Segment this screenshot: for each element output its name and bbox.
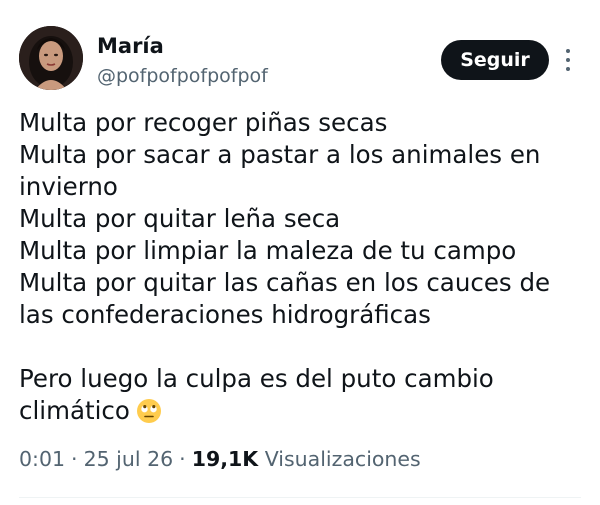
tweet-line: Multa por sacar a pastar a los animales …	[19, 140, 541, 169]
avatar[interactable]	[19, 26, 83, 90]
tweet-line: invierno	[19, 172, 118, 201]
meta-separator: ·	[179, 447, 186, 471]
tweet-meta: 0:01 · 25 jul 26 · 19,1K Visualizaciones	[19, 445, 421, 473]
tweet-line: Multa por quitar las cañas en los cauces…	[19, 268, 551, 297]
more-options-button[interactable]	[557, 44, 579, 76]
eye-roll-emoji-icon	[136, 398, 162, 432]
author-display-name[interactable]: María	[97, 33, 164, 59]
divider	[19, 497, 581, 498]
author-handle[interactable]: @pofpofpofpofpof	[97, 64, 268, 88]
more-vertical-icon	[566, 49, 570, 53]
tweet-line-text: climático	[19, 396, 130, 425]
more-vertical-icon-dot	[566, 67, 570, 71]
avatar-photo-icon	[19, 26, 83, 90]
views-label: Visualizaciones	[264, 447, 421, 471]
tweet-line: las confederaciones hidrográficas	[19, 300, 431, 329]
follow-button[interactable]: Seguir	[441, 40, 549, 80]
views-count: 19,1K	[191, 447, 259, 471]
tweet-last-line: climático	[19, 395, 589, 427]
tweet-date[interactable]: 25 jul 26	[84, 447, 174, 471]
meta-separator: ·	[71, 447, 78, 471]
tweet-line: Multa por limpiar la maleza de tu campo	[19, 236, 517, 265]
tweet-card: María @pofpofpofpofpof Seguir Multa por …	[0, 0, 600, 505]
tweet-time[interactable]: 0:01	[19, 447, 65, 471]
tweet-text: Multa por recoger piñas secas Multa por …	[19, 107, 589, 427]
tweet-line: Multa por quitar leña seca	[19, 204, 341, 233]
more-vertical-icon-dot	[566, 58, 570, 62]
tweet-line: Multa por recoger piñas secas	[19, 108, 388, 137]
tweet-line: Pero luego la culpa es del puto cambio	[19, 364, 494, 393]
